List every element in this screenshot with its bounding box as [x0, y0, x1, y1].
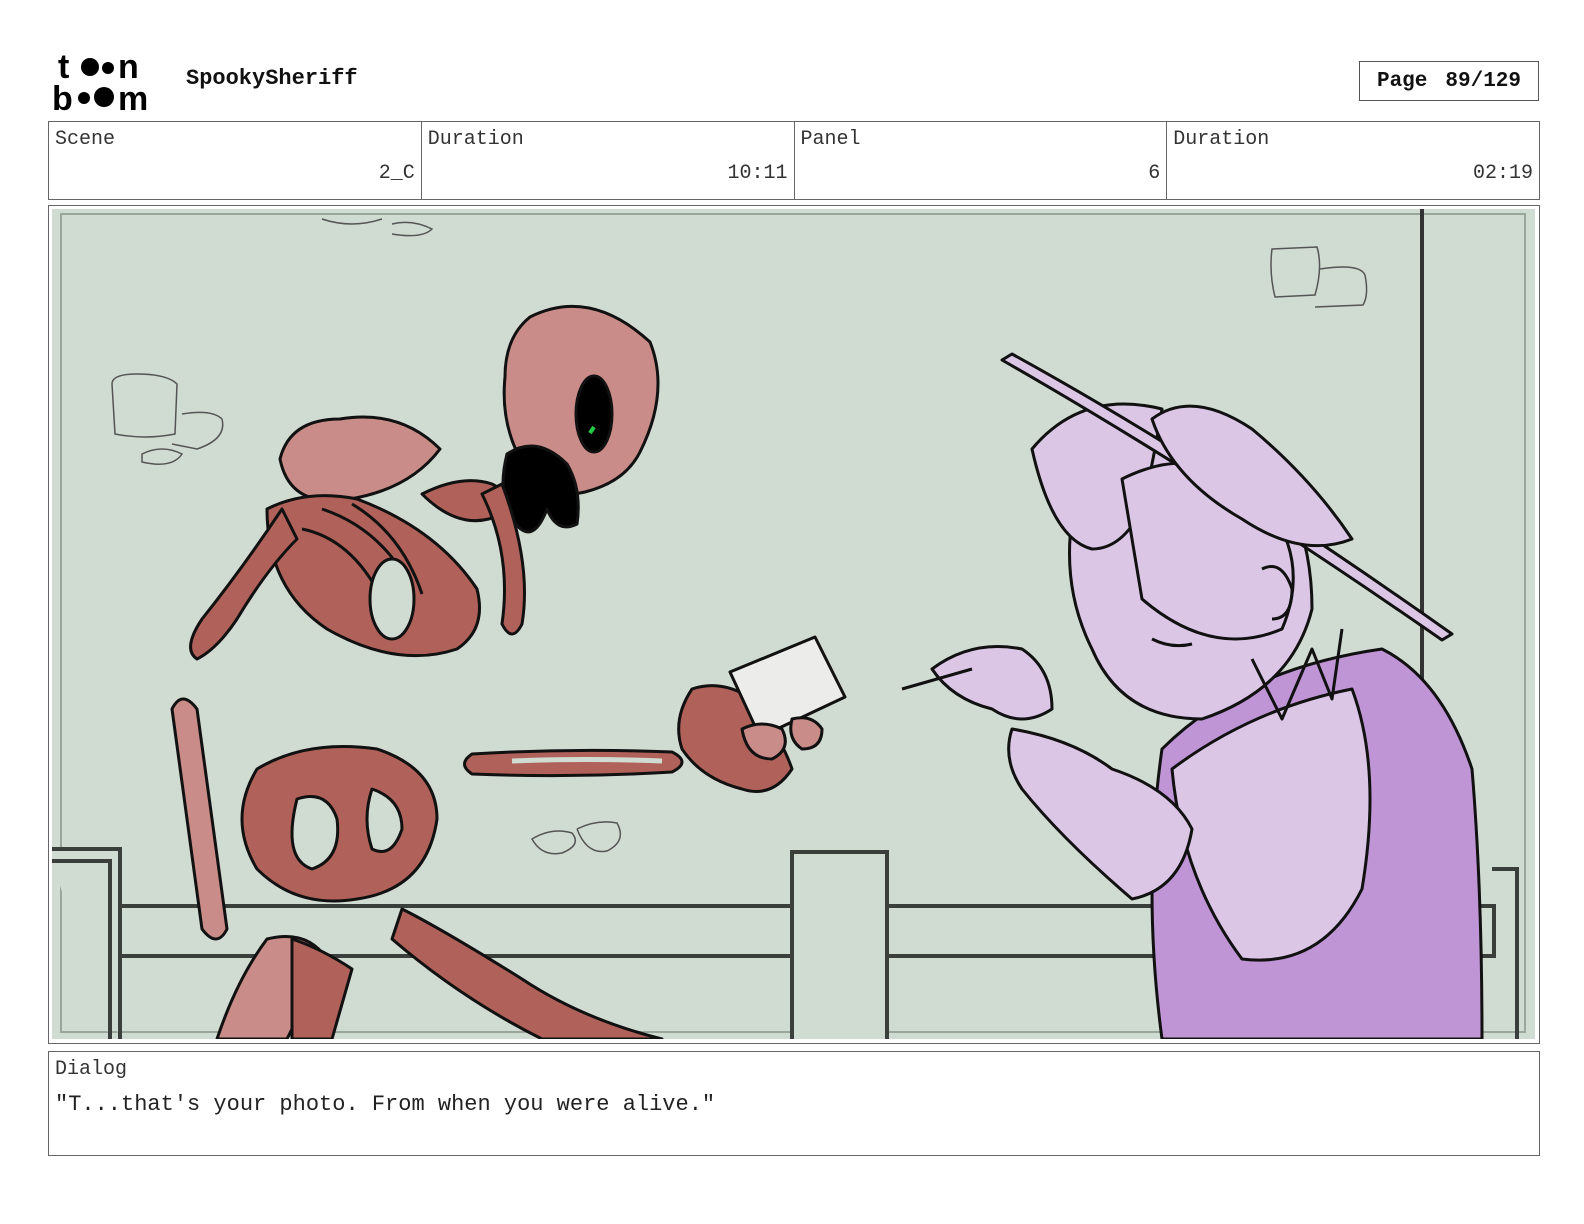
dialog-text: "T...that's your photo. From when you we… [55, 1092, 716, 1117]
scene-cell: Scene 2_C [49, 122, 422, 199]
panel-illustration [52, 209, 1535, 1039]
toonboom-logo: t n b m [52, 50, 148, 114]
scene-duration-value: 10:11 [727, 162, 788, 185]
dialog-label: Dialog [55, 1058, 128, 1081]
panel-duration-cell: Duration 02:19 [1167, 122, 1539, 199]
scene-value: 2_C [378, 162, 415, 185]
panel-duration-label: Duration [1173, 128, 1270, 151]
page-label: Page [1376, 69, 1428, 93]
scene-info-bar: Scene 2_C Duration 10:11 Panel 6 Duratio… [48, 121, 1540, 200]
panel-cell: Panel 6 [795, 122, 1168, 199]
svg-text:b: b [52, 80, 73, 114]
scene-duration-label: Duration [427, 128, 524, 151]
scene-label: Scene [55, 128, 116, 151]
scene-duration-cell: Duration 10:11 [422, 122, 795, 199]
project-title: SpookySheriff [186, 66, 358, 91]
page-number: 89/129 [1445, 69, 1522, 93]
panel-label: Panel [800, 128, 861, 151]
page-indicator: Page 89/129 [1359, 61, 1539, 101]
storyboard-panel [48, 205, 1540, 1044]
panel-duration-value: 02:19 [1472, 162, 1533, 185]
panel-value: 6 [1148, 162, 1161, 185]
dialog-box: Dialog "T...that's your photo. From when… [48, 1051, 1540, 1156]
svg-text:m: m [118, 80, 148, 114]
